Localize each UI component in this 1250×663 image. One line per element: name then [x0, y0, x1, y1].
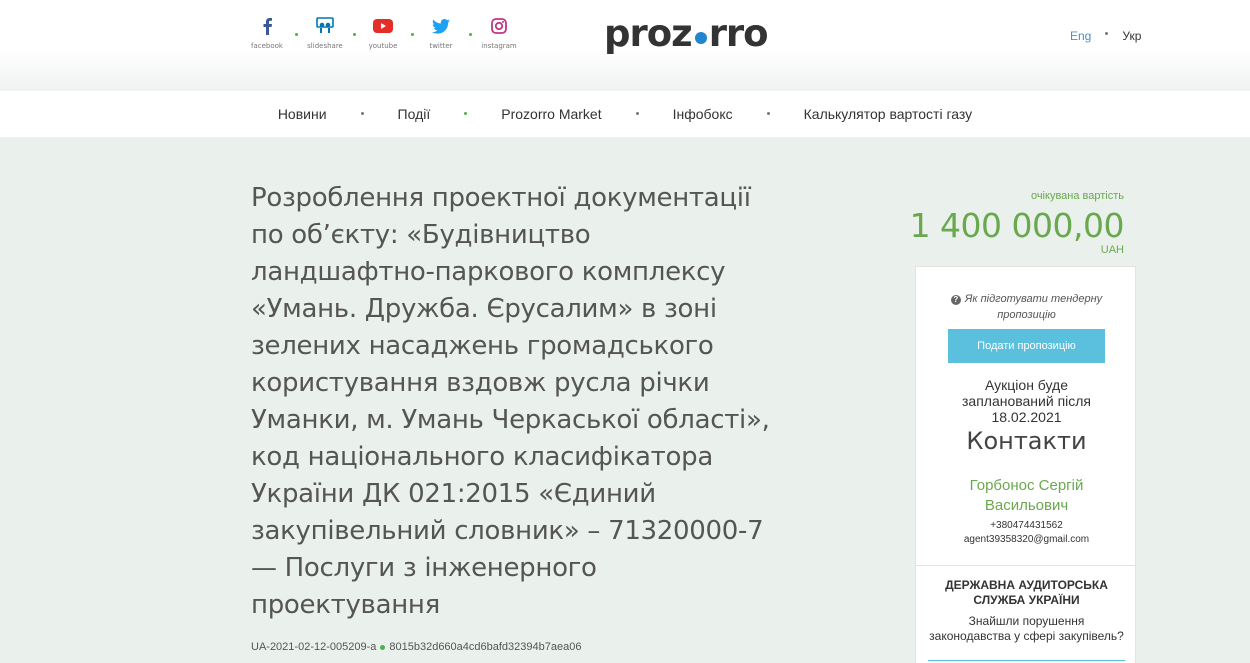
facebook-link[interactable]: facebook: [250, 16, 284, 50]
howto-text: Як підготувати тендерну пропозицію: [964, 293, 1103, 321]
nav-item-market[interactable]: Prozorro Market: [501, 106, 601, 122]
separator-dot: [410, 33, 414, 36]
expected-value-amount: 1 400 000,00: [909, 206, 1125, 245]
instagram-label: instagram: [481, 42, 517, 50]
separator-dot: [766, 111, 770, 115]
separator-dot: [380, 644, 386, 650]
expected-value-label: очікувана вартість: [1030, 190, 1124, 202]
facebook-label: facebook: [251, 42, 283, 50]
twitter-icon: [431, 16, 451, 36]
tender-hash: 8015b32d660a4cd6bafd32394b7aea06: [389, 641, 582, 653]
slideshare-label: slideshare: [307, 42, 343, 50]
social-links: facebook slideshare youtube twitter inst…: [250, 16, 517, 50]
audit-service-panel: ДЕРЖАВНА АУДИТОРСЬКА СЛУЖБА УКРАЇНИ Знай…: [915, 565, 1136, 663]
instagram-link[interactable]: instagram: [481, 16, 517, 50]
separator-dot: [635, 111, 639, 115]
contact-phone: +380474431562: [990, 520, 1063, 531]
logo-text-left: proz: [604, 12, 693, 55]
twitter-label: twitter: [429, 42, 453, 50]
expected-value-currency: UAH: [1100, 244, 1124, 256]
nav-item-news[interactable]: Новини: [278, 106, 327, 122]
language-switcher: Eng Укр: [1070, 29, 1141, 43]
separator-dot: [360, 111, 364, 115]
howto-prepare-link[interactable]: ? Як підготувати тендерну пропозицію: [916, 291, 1137, 323]
audit-heading: ДЕРЖАВНА АУДИТОРСЬКА СЛУЖБА УКРАЇНИ: [945, 578, 1108, 607]
twitter-link[interactable]: twitter: [424, 16, 458, 50]
separator-dot: [294, 33, 298, 36]
submit-proposal-button[interactable]: Подати пропозицію: [948, 329, 1105, 363]
contact-email: agent39358320@gmail.com: [963, 534, 1090, 545]
separator-dot: [464, 111, 468, 115]
top-header: facebook slideshare youtube twitter inst…: [0, 0, 1250, 91]
main-nav: Новини Події Prozorro Market Інфобокс Ка…: [0, 91, 1250, 137]
tender-sidebar-panel: ? Як підготувати тендерну пропозицію Пода…: [915, 266, 1136, 566]
tender-title: Розроблення проектної документації по об…: [251, 183, 770, 620]
lang-uk-link[interactable]: Укр: [1122, 29, 1141, 43]
tender-id: UA-2021-02-12-005209-a: [251, 641, 377, 653]
logo-dot-icon: [694, 31, 707, 44]
youtube-link[interactable]: youtube: [366, 16, 400, 50]
lang-en-link[interactable]: Eng: [1070, 29, 1091, 43]
nav-item-infobox[interactable]: Інфобокс: [673, 106, 733, 122]
youtube-icon: [373, 16, 393, 36]
auction-info: Аукціон буде запланований після 18.02.20…: [961, 377, 1092, 425]
contact-name: Горбонос Сергій Васильович: [969, 477, 1084, 514]
separator-dot: [468, 33, 472, 36]
tender-identifier: UA-2021-02-12-005209-a 8015b32d660a4cd6b…: [251, 641, 581, 653]
question-icon: ?: [950, 295, 961, 305]
separator-dot: [1105, 31, 1109, 35]
slideshare-icon: [315, 16, 335, 36]
nav-item-events[interactable]: Події: [398, 106, 431, 122]
youtube-label: youtube: [368, 42, 398, 50]
logo-text-right: rro: [708, 12, 769, 55]
facebook-icon: [257, 16, 277, 36]
instagram-icon: [489, 16, 509, 36]
nav-item-gas-calculator[interactable]: Калькулятор вартості газу: [804, 106, 973, 122]
audit-text: Знайшли порушення законодавства у сфері …: [929, 614, 1124, 643]
separator-dot: [352, 33, 356, 36]
prozorro-logo[interactable]: proz rro: [604, 12, 769, 55]
slideshare-link[interactable]: slideshare: [307, 16, 343, 50]
contacts-heading: Контакти: [966, 427, 1087, 455]
